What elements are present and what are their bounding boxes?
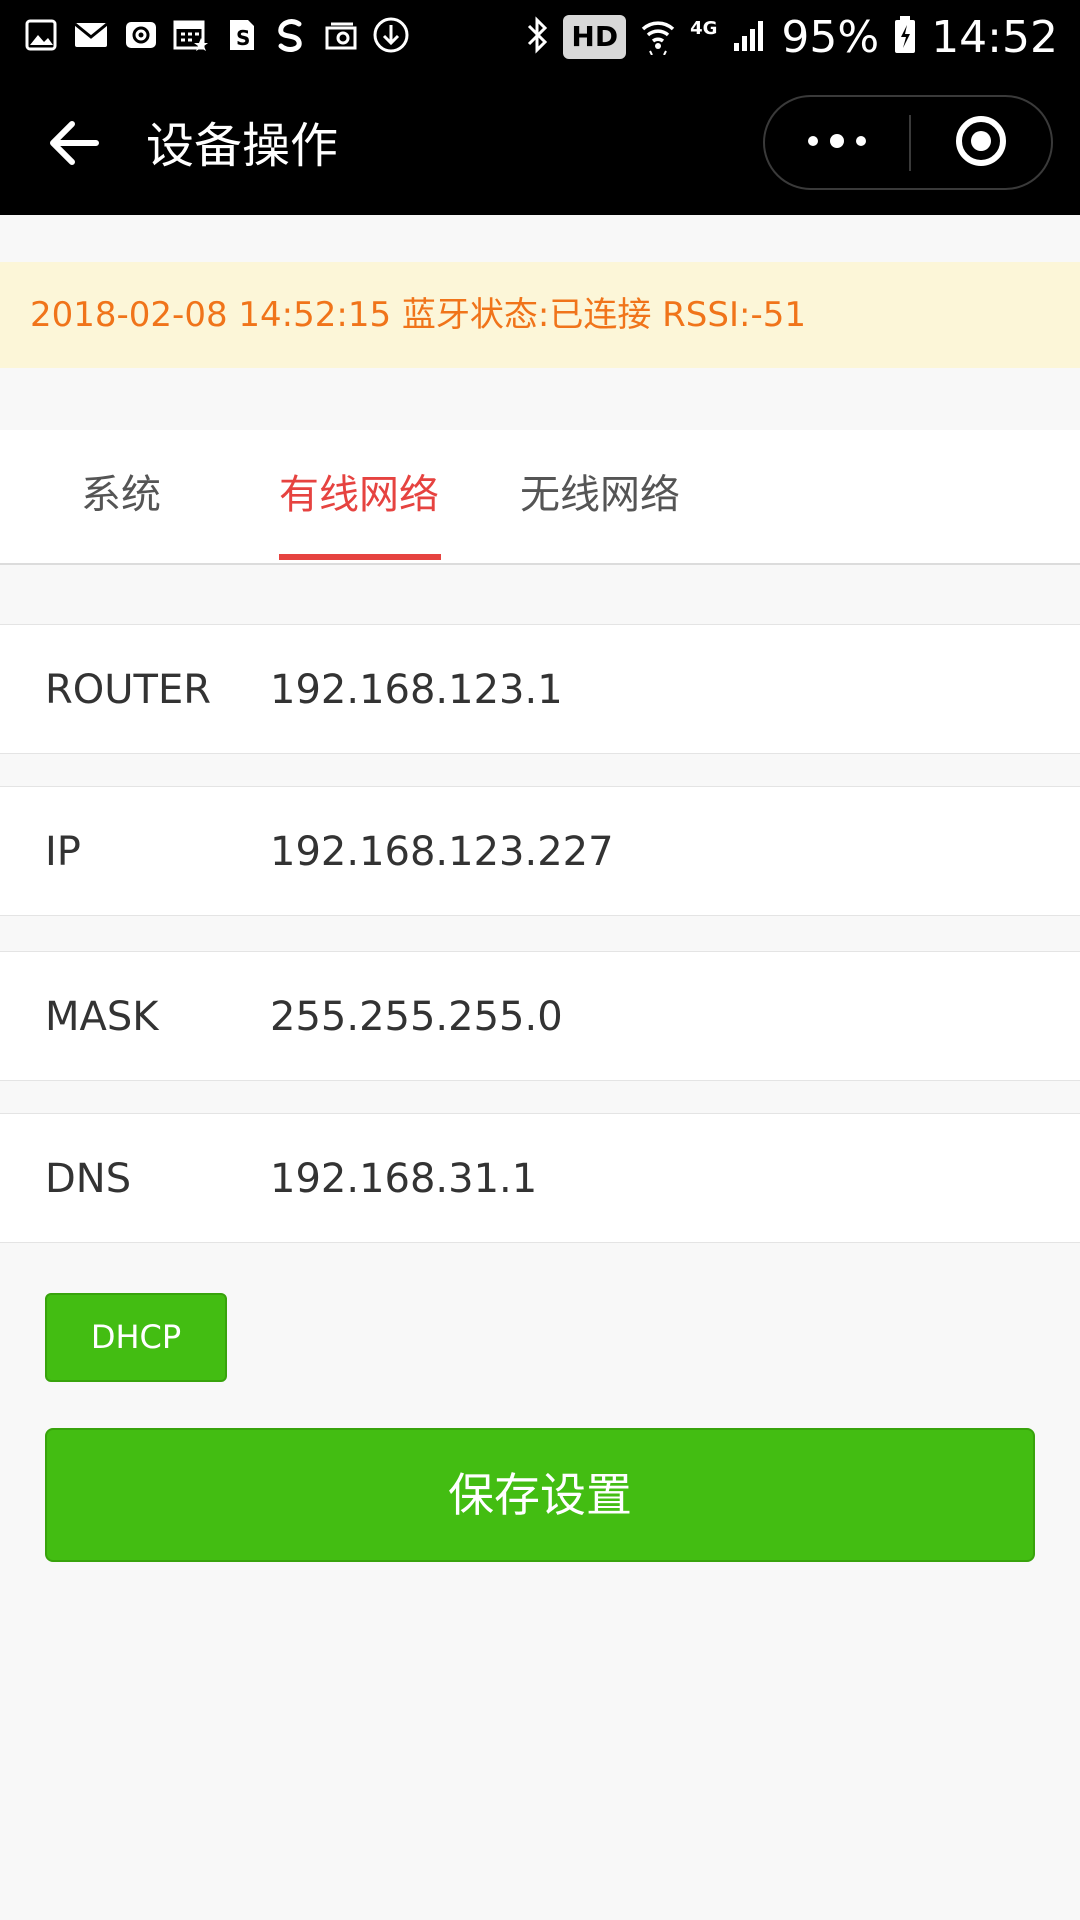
page-title: 设备操作 [146,118,339,174]
weibo-icon [272,16,310,54]
nav-bar: 设备操作 [0,75,1080,215]
router-row: ROUTER [0,624,1080,755]
download-icon [372,16,410,54]
svg-text:S: S [236,26,250,50]
hd-badge: HD [563,15,627,59]
save-settings-button[interactable]: 保存设置 [45,1428,1035,1562]
mail-icon [72,16,110,54]
miniprogram-capsule [763,95,1053,190]
more-button[interactable] [765,97,909,188]
system-indicators: HD 4G 95% 14:52 [525,8,1058,66]
active-tab-indicator [279,554,441,560]
notification-icons: S [22,16,410,54]
mail-box-icon [322,16,360,54]
tab-wireless-network[interactable]: 无线网络 [520,430,680,565]
gallery-icon [22,16,60,54]
tab-system[interactable]: 系统 [81,430,161,565]
ip-input[interactable] [270,787,1030,917]
tab-wired-network[interactable]: 有线网络 [279,430,439,565]
bluetooth-icon [525,15,549,59]
tab-bar: 系统 有线网络 无线网络 [0,430,1080,565]
router-input[interactable] [270,625,1030,755]
clock: 14:52 [931,11,1058,63]
email-at-icon [122,16,160,54]
dns-row: DNS [0,1113,1080,1244]
status-bar: S HD 4G 95% 14:52 [0,0,1080,75]
mask-label: MASK [45,994,159,1040]
ip-row: IP [0,786,1080,917]
mask-input[interactable] [270,952,1030,1082]
calendar-icon [172,16,210,54]
router-label: ROUTER [45,667,212,713]
connection-status-banner: 2018-02-08 14:52:15 蓝牙状态:已连接 RSSI:-51 [0,262,1080,368]
sim-icon: S [222,16,260,54]
wifi-icon [640,15,676,59]
network-type: 4G [690,17,718,39]
ip-label: IP [45,829,81,875]
back-arrow-icon[interactable] [44,113,104,173]
dhcp-button[interactable]: DHCP [45,1293,227,1382]
signal-icon [731,17,767,57]
battery-icon [893,15,917,59]
dns-input[interactable] [270,1114,1030,1244]
mask-row: MASK [0,951,1080,1082]
target-close-icon [954,114,1008,172]
close-button[interactable] [911,97,1051,188]
more-dots-icon [805,131,869,155]
dns-label: DNS [45,1156,132,1202]
battery-percent: 95% [781,11,880,63]
